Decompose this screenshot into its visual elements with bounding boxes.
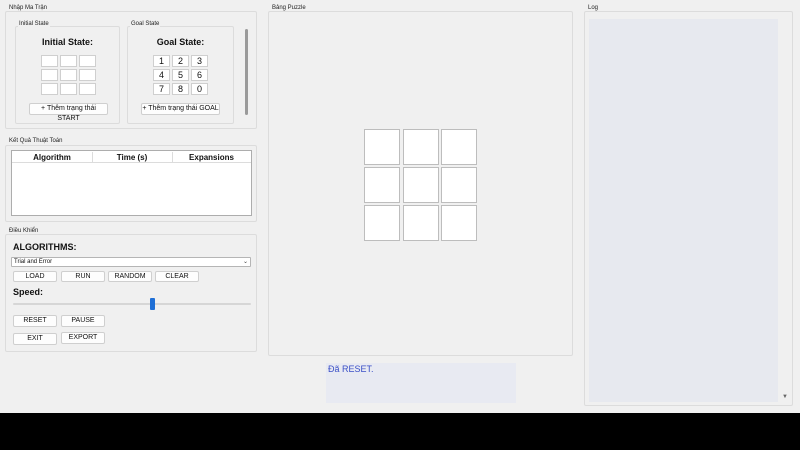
algorithms-label: ALGORITHMS: — [13, 242, 77, 252]
goal-state-heading: Goal State: — [156, 37, 205, 47]
reset-button[interactable]: RESET — [13, 315, 57, 327]
puzzle-tile — [441, 129, 477, 165]
initial-state-cell[interactable] — [79, 69, 96, 81]
puzzle-tile — [403, 167, 439, 203]
speed-label: Speed: — [13, 287, 44, 297]
goal-state-group-label: Goal State — [130, 21, 161, 27]
black-footer — [0, 413, 800, 450]
goal-state-cell[interactable]: 8 — [172, 83, 189, 95]
results-table: Algorithm Time (s) Expansions — [11, 150, 252, 216]
initial-state-cell[interactable] — [41, 69, 58, 81]
log-panel-title: Log — [587, 5, 600, 11]
column-header-algorithm[interactable]: Algorithm — [12, 152, 92, 163]
goal-state-cell[interactable]: 1 — [153, 55, 170, 67]
results-panel-title: Kết Quả Thuật Toán — [8, 138, 64, 144]
control-panel-title: Điều Khiển — [8, 228, 40, 234]
status-box: Đã RESET. — [326, 363, 516, 403]
column-header-expansions[interactable]: Expansions — [172, 152, 251, 163]
goal-state-cell[interactable]: 7 — [153, 83, 170, 95]
input-scrollbar[interactable] — [245, 29, 248, 115]
initial-state-cell[interactable] — [79, 55, 96, 67]
initial-state-group-label: Initial State — [18, 21, 50, 27]
puzzle-tile — [403, 205, 439, 241]
speed-slider[interactable] — [13, 298, 251, 310]
puzzle-tile — [403, 129, 439, 165]
add-start-button[interactable]: + Thêm trạng thái START — [29, 103, 108, 122]
goal-state-cell[interactable]: 2 — [172, 55, 189, 67]
add-goal-button[interactable]: + Thêm trạng thái GOAL — [141, 103, 220, 115]
load-button[interactable]: LOAD — [13, 271, 57, 282]
initial-state-cell[interactable] — [60, 69, 77, 81]
goal-state-cell[interactable]: 5 — [172, 69, 189, 81]
initial-state-cell[interactable] — [60, 83, 77, 95]
puzzle-tile — [364, 129, 400, 165]
log-textarea[interactable] — [589, 19, 778, 402]
goal-state-cell[interactable]: 3 — [191, 55, 208, 67]
puzzle-tile — [441, 205, 477, 241]
puzzle-tile — [441, 167, 477, 203]
initial-state-cell[interactable] — [60, 55, 77, 67]
initial-state-cell[interactable] — [41, 83, 58, 95]
puzzle-panel-title: Bảng Puzzle — [271, 5, 307, 11]
goal-state-cell[interactable]: 0 — [191, 83, 208, 95]
puzzle-tile — [364, 205, 400, 241]
clear-button[interactable]: CLEAR — [155, 271, 199, 282]
scroll-down-arrow-icon[interactable]: ▼ — [781, 393, 789, 401]
export-button[interactable]: EXPORT — [61, 332, 105, 344]
pause-button[interactable]: PAUSE — [61, 315, 105, 327]
goal-state-cell[interactable]: 6 — [191, 69, 208, 81]
input-panel-title: Nhập Ma Trận — [8, 5, 49, 11]
algorithm-select-value: Trial and Error — [14, 259, 53, 265]
speed-slider-track — [13, 303, 251, 305]
status-message: Đã RESET. — [328, 364, 374, 374]
random-button[interactable]: RANDOM — [108, 271, 152, 282]
speed-slider-thumb[interactable] — [150, 298, 155, 310]
goal-state-cell[interactable]: 4 — [153, 69, 170, 81]
initial-state-heading: Initial State: — [41, 37, 93, 47]
run-button[interactable]: RUN — [61, 271, 105, 282]
puzzle-tile — [364, 167, 400, 203]
exit-button[interactable]: EXIT — [13, 333, 57, 345]
initial-state-cell[interactable] — [79, 83, 96, 95]
column-header-time[interactable]: Time (s) — [92, 152, 172, 163]
chevron-down-icon: ⌄ — [242, 259, 248, 265]
algorithm-select[interactable]: Trial and Error ⌄ — [11, 257, 251, 267]
initial-state-cell[interactable] — [41, 55, 58, 67]
